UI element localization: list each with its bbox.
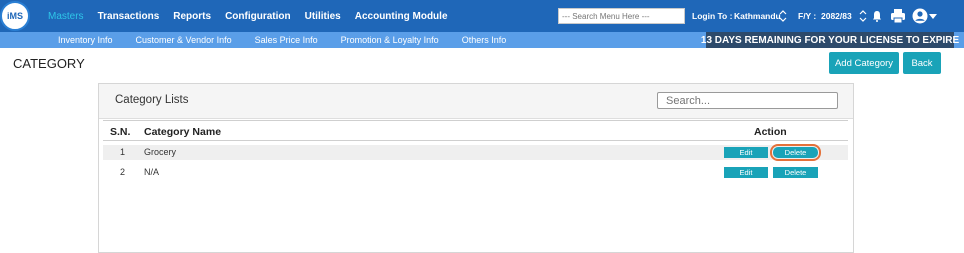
panel-title: Category Lists [115,94,189,106]
subnav-promotion-loyalty-info[interactable]: Promotion & Loyalty Info [341,35,439,45]
delete-button[interactable]: Delete [770,144,821,161]
column-header-sn: S.N. [110,126,131,138]
ims-logo[interactable]: iMS [0,1,30,31]
table-row[interactable]: 1 Grocery Edit Delete [103,144,848,161]
nav-masters[interactable]: Masters [48,11,84,22]
chevron-down-icon[interactable] [929,14,937,19]
printer-icon[interactable] [890,8,906,24]
nav-accounting-module[interactable]: Accounting Module [355,11,448,22]
row-sn: 2 [120,167,126,177]
nav-utilities[interactable]: Utilities [305,11,341,22]
fy-updown-icon[interactable] [858,9,868,23]
license-expiry-notice: 13 DAYS REMAINING FOR YOUR LICENSE TO EX… [701,32,959,48]
bell-icon[interactable] [872,10,882,22]
logo-text: iMS [6,11,23,21]
table-top-border [103,120,848,121]
top-navbar: iMS Masters Transactions Reports Configu… [0,0,964,32]
subnav-inventory-info[interactable]: Inventory Info [58,35,113,45]
panel-header: Category Lists [99,84,853,119]
main-nav: Masters Transactions Reports Configurati… [48,0,462,32]
edit-button[interactable]: Edit [724,167,768,178]
subnav-customer-vendor-info[interactable]: Customer & Vendor Info [136,35,232,45]
row-category-name: N/A [144,167,160,177]
add-category-button[interactable]: Add Category [829,52,899,74]
nav-transactions[interactable]: Transactions [98,11,160,22]
category-search-input[interactable] [657,92,838,109]
row-category-name: Grocery [144,147,177,157]
fy-value[interactable]: 2082/83 [821,11,852,21]
nav-configuration[interactable]: Configuration [225,11,291,22]
page-title: CATEGORY [13,56,85,71]
back-button[interactable]: Back [903,52,941,74]
user-icon[interactable] [912,8,928,24]
login-updown-icon[interactable] [778,9,788,23]
column-header-category-name: Category Name [144,126,222,138]
search-menu-input[interactable] [558,8,685,24]
edit-button[interactable]: Edit [724,147,768,158]
table-header-border [103,140,848,141]
nav-reports[interactable]: Reports [173,11,211,22]
subnav-sales-price-info[interactable]: Sales Price Info [255,35,318,45]
login-branch-value[interactable]: Kathmandu [734,11,781,21]
sub-nav: Inventory Info Customer & Vendor Info Sa… [58,32,529,48]
login-label: Login To : [692,11,733,21]
column-header-action: Action [754,126,787,138]
delete-button[interactable]: Delete [773,167,818,178]
subnav-others-info[interactable]: Others Info [462,35,507,45]
fy-label: F/Y : [798,11,817,21]
row-sn: 1 [120,147,126,157]
table-row[interactable]: 2 N/A Edit Delete [103,165,848,180]
